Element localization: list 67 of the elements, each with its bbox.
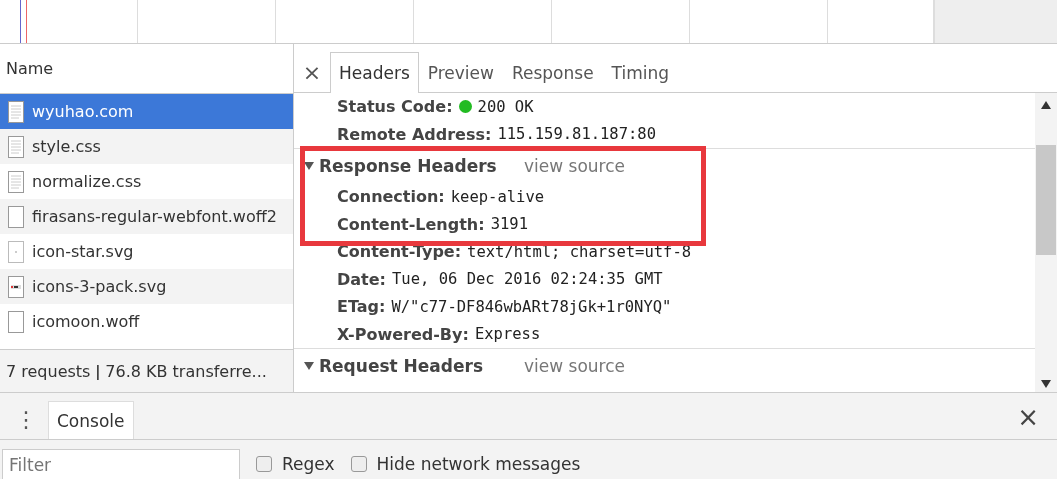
header-value: Tue, 06 Dec 2016 02:24:35 GMT — [392, 270, 663, 289]
file-icon — [8, 205, 24, 228]
tab[interactable]: Response — [502, 52, 603, 92]
image-file-icon — [8, 275, 24, 298]
checkbox-label: Hide network messages — [376, 454, 581, 474]
section-title: Response Headers — [319, 156, 498, 176]
request-name: icons-3-pack.svg — [32, 277, 167, 296]
scrollbar[interactable] — [1035, 93, 1057, 392]
section-header[interactable]: Response Headers view source — [294, 148, 1035, 183]
checkbox-label: Regex — [282, 454, 335, 474]
header-name: ETag: — [337, 297, 386, 317]
expand-triangle-icon[interactable] — [304, 361, 314, 371]
menu-button[interactable]: ⋮ — [14, 399, 38, 439]
column-header[interactable]: Name — [6, 59, 54, 78]
header-name: Content-Type: — [337, 242, 462, 262]
header-value: keep-alive — [450, 187, 545, 206]
header-value: Express — [474, 325, 541, 344]
status-summary: 7 requests ǀ 76.8 KB transferre... — [6, 361, 267, 381]
close-button[interactable]: × — [1011, 395, 1045, 439]
view-source-link[interactable]: view source — [524, 356, 625, 376]
file-icon — [8, 240, 24, 263]
tab[interactable]: Console — [48, 401, 134, 439]
expand-triangle-icon[interactable] — [304, 161, 314, 171]
header-value: W/"c77-DF846wbARt78jGk+1r0NYQ" — [391, 297, 672, 316]
timeline-overview[interactable] — [0, 0, 1057, 44]
request-row[interactable]: normalize.css — [0, 164, 293, 199]
timeline-marker — [26, 0, 27, 43]
section-title: Request Headers — [319, 356, 484, 376]
section-header[interactable]: Request Headers view source — [294, 348, 1035, 383]
request-name: normalize.css — [32, 172, 142, 191]
request-row[interactable]: icomoon.woff — [0, 304, 293, 339]
checkbox[interactable] — [256, 456, 272, 472]
request-name: icon-star.svg — [32, 242, 134, 261]
header-name: Date: — [337, 269, 386, 289]
file-icon — [8, 310, 24, 333]
request-row[interactable]: style.css — [0, 129, 293, 164]
scroll-thumb[interactable] — [1036, 145, 1056, 255]
view-source-link[interactable]: view source — [524, 156, 625, 176]
request-name: wyuhao.com — [32, 102, 134, 121]
document-icon — [8, 100, 24, 123]
request-name: icomoon.woff — [32, 312, 140, 331]
header-value: 115.159.81.187:80 — [497, 125, 657, 144]
request-row[interactable]: icons-3-pack.svg — [0, 269, 293, 304]
header-value: 200 OK — [477, 97, 534, 116]
request-name: firasans-regular-webfont.woff2 — [32, 207, 277, 226]
header-name: X-Powered-By: — [337, 324, 469, 344]
close-button[interactable]: × — [300, 52, 324, 92]
checkbox[interactable] — [350, 456, 367, 472]
tab[interactable]: Preview — [418, 52, 503, 92]
header-name: Remote Address: — [337, 124, 492, 144]
tab[interactable]: Timing — [602, 52, 679, 92]
header-name: Status Code: — [337, 97, 453, 117]
header-name: Content-Length: — [337, 214, 485, 234]
scroll-down-icon[interactable] — [1041, 380, 1051, 388]
tab[interactable]: Headers — [330, 52, 419, 93]
document-icon — [8, 135, 24, 158]
document-icon — [8, 170, 24, 193]
timeline-marker — [20, 0, 21, 43]
scroll-up-icon[interactable] — [1041, 101, 1051, 109]
request-row[interactable]: wyuhao.com — [0, 94, 293, 129]
header-value: 3191 — [490, 215, 528, 234]
filter-field[interactable]: Filter — [2, 449, 240, 479]
request-name: style.css — [32, 137, 101, 156]
request-row[interactable]: firasans-regular-webfont.woff2 — [0, 199, 293, 234]
request-row[interactable]: icon-star.svg — [0, 234, 293, 269]
header-value: text/html; charset=utf-8 — [467, 242, 692, 261]
header-name: Connection: — [337, 187, 445, 207]
